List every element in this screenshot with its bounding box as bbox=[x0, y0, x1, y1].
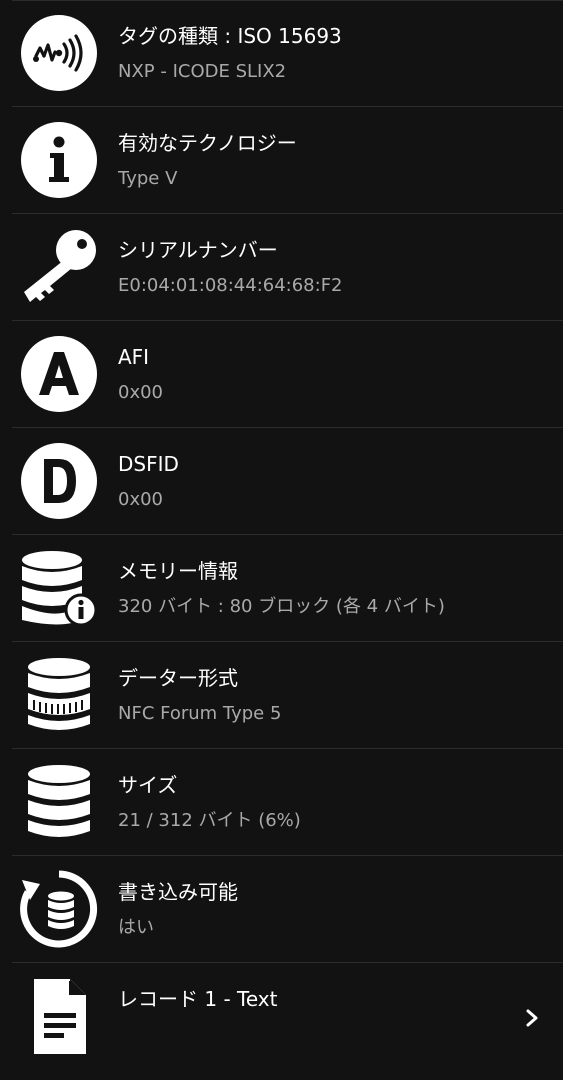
row-title: 有効なテクノロジー bbox=[118, 131, 297, 155]
letter-d-icon bbox=[20, 442, 98, 520]
row-record-1[interactable]: レコード 1 - Text bbox=[12, 963, 563, 1073]
row-title: レコード 1 - Text bbox=[118, 987, 278, 1011]
row-size: サイズ 21 / 312 バイト (6%) bbox=[12, 749, 563, 856]
row-value: NXP - ICODE SLIX2 bbox=[118, 61, 287, 82]
row-writable: 書き込み可能 はい bbox=[12, 856, 563, 963]
row-data-format: データー形式 NFC Forum Type 5 bbox=[12, 642, 563, 749]
row-title: サイズ bbox=[118, 773, 178, 797]
row-title: データー形式 bbox=[118, 666, 238, 690]
nfc-wave-icon bbox=[20, 14, 98, 92]
row-value: はい bbox=[118, 917, 154, 938]
tag-info-list: タグの種類 : ISO 15693 NXP - ICODE SLIX2 有効なテ… bbox=[0, 0, 563, 1073]
row-memory-info: メモリー情報 320 バイト : 80 ブロック (各 4 バイト) bbox=[12, 535, 563, 642]
row-technologies: 有効なテクノロジー Type V bbox=[12, 107, 563, 214]
row-serial-number: シリアルナンバー E0:04:01:08:44:64:68:F2 bbox=[12, 214, 563, 321]
row-value: 0x00 bbox=[118, 382, 164, 403]
row-title: DSFID bbox=[118, 452, 179, 476]
tag-info-screen: タグの種類 : ISO 15693 NXP - ICODE SLIX2 有効なテ… bbox=[0, 0, 563, 1080]
key-icon bbox=[20, 228, 98, 306]
row-title: 書き込み可能 bbox=[118, 880, 238, 904]
row-value: 320 バイト : 80 ブロック (各 4 バイト) bbox=[118, 596, 445, 617]
row-title: タグの種類 : ISO 15693 bbox=[118, 24, 342, 48]
row-title: メモリー情報 bbox=[118, 559, 238, 583]
row-afi: AFI 0x00 bbox=[12, 321, 563, 428]
row-tag-type: タグの種類 : ISO 15693 NXP - ICODE SLIX2 bbox=[12, 0, 563, 107]
row-value: NFC Forum Type 5 bbox=[118, 703, 282, 724]
row-value: 21 / 312 バイト (6%) bbox=[118, 810, 301, 831]
info-icon bbox=[20, 121, 98, 199]
row-value: 0x00 bbox=[118, 489, 164, 510]
row-value: E0:04:01:08:44:64:68:F2 bbox=[118, 275, 343, 296]
row-title: AFI bbox=[118, 345, 150, 369]
database-refresh-icon bbox=[20, 870, 98, 948]
row-value: Type V bbox=[118, 168, 178, 189]
row-dsfid: DSFID 0x00 bbox=[12, 428, 563, 535]
row-title: シリアルナンバー bbox=[118, 238, 278, 262]
database-icon bbox=[20, 763, 98, 841]
letter-a-icon bbox=[20, 335, 98, 413]
chevron-right-icon[interactable] bbox=[525, 1009, 539, 1027]
document-icon bbox=[20, 977, 98, 1055]
database-info-icon bbox=[20, 549, 98, 627]
database-format-icon bbox=[20, 656, 98, 734]
